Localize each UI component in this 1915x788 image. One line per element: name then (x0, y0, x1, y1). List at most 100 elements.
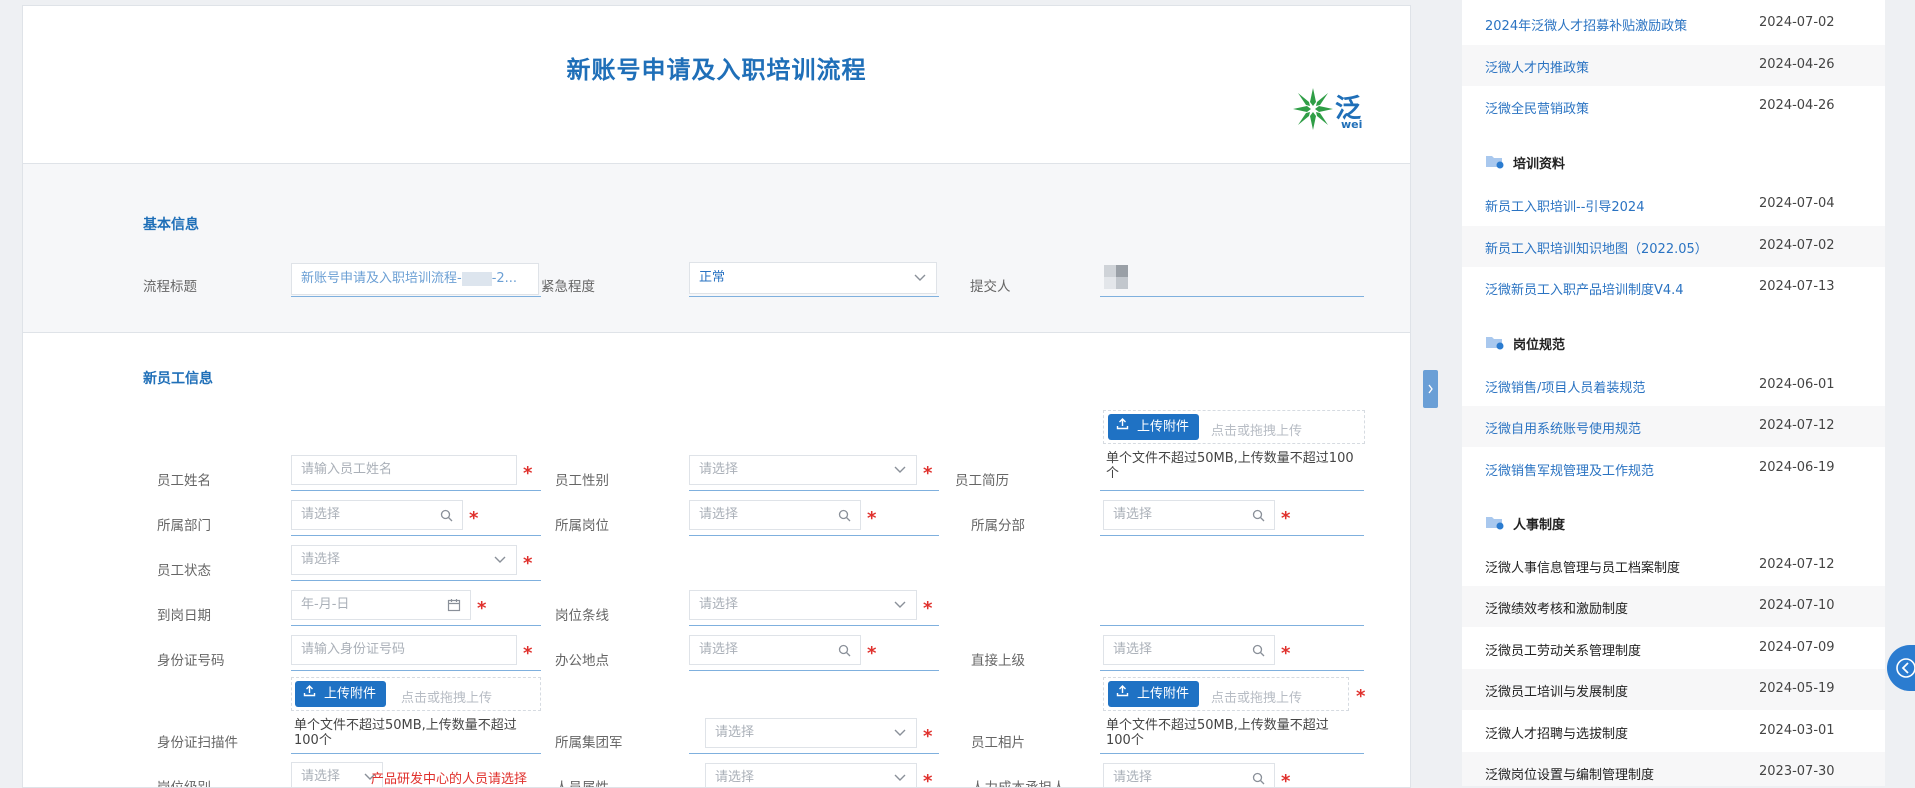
id-placeholder: 请输入身份证号码 (301, 642, 406, 657)
resume-hint-1: 单个文件不超过50MB,上传数量不超过100 (1106, 451, 1354, 466)
position-select[interactable]: 请选择 (689, 500, 861, 530)
branch-placeholder: 请选择 (1113, 507, 1153, 522)
list-item-link[interactable]: 泛微员工培训与发展制度 (1485, 681, 1628, 700)
upload-label: 上传附件 (1137, 686, 1190, 702)
flow-title-suffix: -2... (491, 271, 518, 286)
list-item[interactable]: 泛微销售/项目人员着装规范 2024-06-01 (1462, 365, 1885, 406)
list-item-date: 2024-07-12 (1759, 557, 1835, 572)
list-item-date: 2024-07-10 (1759, 598, 1835, 613)
list-item-link[interactable]: 泛微人才招聘与选拔制度 (1485, 723, 1628, 742)
search-icon (836, 501, 852, 529)
flow-title-input[interactable]: 新账号申请及入职培训流程- -2... (291, 263, 539, 295)
list-item[interactable]: 泛微绩效考核和激励制度 2024-07-10 (1462, 586, 1885, 627)
section-title: 培训资料 (1513, 157, 1566, 172)
list-item-date: 2023-07-30 (1759, 764, 1835, 779)
calendar-icon (446, 591, 462, 619)
list-item[interactable]: 泛微员工劳动关系管理制度 2024-07-09 (1462, 628, 1885, 669)
id-number-input[interactable]: 请输入身份证号码 (291, 635, 517, 665)
group-label: 所属集团军 (555, 735, 623, 751)
attr-label: 人员属性 (555, 780, 609, 788)
id-scan-upload-button[interactable]: 上传附件 (295, 681, 387, 707)
supervisor-select[interactable]: 请选择 (1103, 635, 1275, 665)
list-item-link[interactable]: 泛微员工劳动关系管理制度 (1485, 640, 1641, 659)
list-item-link[interactable]: 泛微全民营销政策 (1485, 98, 1589, 117)
panel-toggle-button[interactable] (1423, 370, 1438, 408)
flow-title-underline (291, 296, 541, 297)
gender-select[interactable]: 请选择 (689, 455, 917, 485)
branch-underline (1100, 535, 1364, 536)
attr-select[interactable]: 请选择 (705, 763, 917, 787)
right-sidebar: 2024年泛微人才招募补贴激励政策 2024-07-02 泛微人才内推政策 20… (1462, 0, 1885, 786)
id-scan-underline (291, 753, 541, 754)
urgency-select[interactable]: 正常 (689, 262, 937, 294)
list-item[interactable]: 泛微自用系统账号使用规范 2024-07-12 (1462, 406, 1885, 447)
resume-underline (1100, 490, 1364, 491)
page-title: 新账号申请及入职培训流程 (566, 56, 867, 84)
employee-name-input[interactable]: 请输入员工姓名 (291, 455, 517, 485)
list-item-link[interactable]: 2024年泛微人才招募补贴激励政策 (1485, 15, 1687, 34)
search-icon (1250, 764, 1266, 787)
chevron-down-icon (492, 546, 508, 574)
resume-upload-button[interactable]: 上传附件 (1108, 414, 1200, 440)
list-item-link[interactable]: 泛微自用系统账号使用规范 (1485, 418, 1641, 437)
empty-field-underline (1100, 625, 1364, 626)
logo-subtext: wei (1341, 118, 1363, 131)
list-item[interactable]: 泛微岗位设置与编制管理制度 2023-07-30 (1462, 752, 1885, 786)
required-mark: * (1356, 686, 1366, 707)
list-item[interactable]: 泛微人才招聘与选拔制度 2024-03-01 (1462, 711, 1885, 752)
group-select[interactable]: 请选择 (705, 718, 917, 748)
list-item[interactable]: 泛微新员工入职产品培训制度V4.4 2024-07-13 (1462, 267, 1885, 308)
dept-placeholder: 请选择 (301, 507, 341, 522)
list-item[interactable]: 2024年泛微人才招募补贴激励政策 2024-07-02 (1462, 3, 1885, 44)
branch-label: 所属分部 (971, 518, 1025, 534)
form-header: 新账号申请及入职培训流程 泛 wei (23, 6, 1410, 164)
list-item[interactable]: 泛微人才内推政策 2024-04-26 (1462, 45, 1885, 86)
urgency-underline (689, 296, 939, 297)
list-item[interactable]: 泛微员工培训与发展制度 2024-05-19 (1462, 669, 1885, 710)
post-line-select[interactable]: 请选择 (689, 590, 917, 620)
required-mark: * (1281, 643, 1291, 664)
required-mark: * (923, 598, 933, 619)
list-item[interactable]: 新员工入职培训知识地图（2022.05） 2024-07-02 (1462, 226, 1885, 267)
list-item-date: 2024-03-01 (1759, 723, 1835, 738)
office-select[interactable]: 请选择 (689, 635, 861, 665)
list-item[interactable]: 泛微全民营销政策 2024-04-26 (1462, 86, 1885, 127)
list-item-link[interactable]: 泛微岗位设置与编制管理制度 (1485, 764, 1654, 783)
redacted-block (461, 271, 492, 286)
dept-select[interactable]: 请选择 (291, 500, 463, 530)
list-item-link[interactable]: 泛微人事信息管理与员工档案制度 (1485, 557, 1680, 576)
list-item-link[interactable]: 泛微销售/项目人员着装规范 (1485, 377, 1645, 396)
id-scan-label: 身份证扫描件 (157, 735, 238, 751)
urgency-label: 紧急程度 (541, 279, 595, 295)
list-item-link[interactable]: 泛微新员工入职产品培训制度V4.4 (1485, 279, 1684, 298)
level-label: 岗位级别 (157, 780, 211, 788)
floating-expand-button[interactable] (1887, 645, 1915, 691)
group-placeholder: 请选择 (715, 725, 755, 740)
list-item[interactable]: 新员工入职培训--引导2024 2024-07-04 (1462, 184, 1885, 225)
branch-select[interactable]: 请选择 (1103, 500, 1275, 530)
name-placeholder: 请输入员工姓名 (301, 462, 393, 477)
list-item-link[interactable]: 泛微人才内推政策 (1485, 57, 1589, 76)
required-mark: * (469, 508, 479, 529)
list-item-link[interactable]: 新员工入职培训--引导2024 (1485, 196, 1644, 215)
cost-select[interactable]: 请选择 (1103, 763, 1275, 787)
list-item-link[interactable]: 新员工入职培训知识地图（2022.05） (1485, 238, 1708, 257)
resume-hint-2: 个 (1106, 466, 1120, 481)
list-item[interactable]: 泛微人事信息管理与员工档案制度 2024-07-12 (1462, 545, 1885, 586)
gender-label: 员工性别 (555, 473, 609, 489)
status-placeholder: 请选择 (301, 552, 341, 567)
level-select[interactable]: 请选择 (291, 762, 383, 787)
search-icon (836, 636, 852, 664)
list-item-date: 2024-04-26 (1759, 57, 1835, 72)
photo-upload-button[interactable]: 上传附件 (1108, 681, 1200, 707)
urgency-value: 正常 (699, 270, 726, 285)
required-mark: * (523, 553, 533, 574)
list-item[interactable]: 泛微销售军规管理及工作规范 2024-06-19 (1462, 448, 1885, 489)
post-line-underline (689, 625, 939, 626)
status-select[interactable]: 请选择 (291, 545, 517, 575)
list-item-link[interactable]: 泛微销售军规管理及工作规范 (1485, 460, 1654, 479)
required-mark: * (523, 643, 533, 664)
list-item-link[interactable]: 泛微绩效考核和激励制度 (1485, 598, 1628, 617)
search-icon (438, 501, 454, 529)
arrival-date-input[interactable]: 年-月-日 (291, 590, 471, 620)
